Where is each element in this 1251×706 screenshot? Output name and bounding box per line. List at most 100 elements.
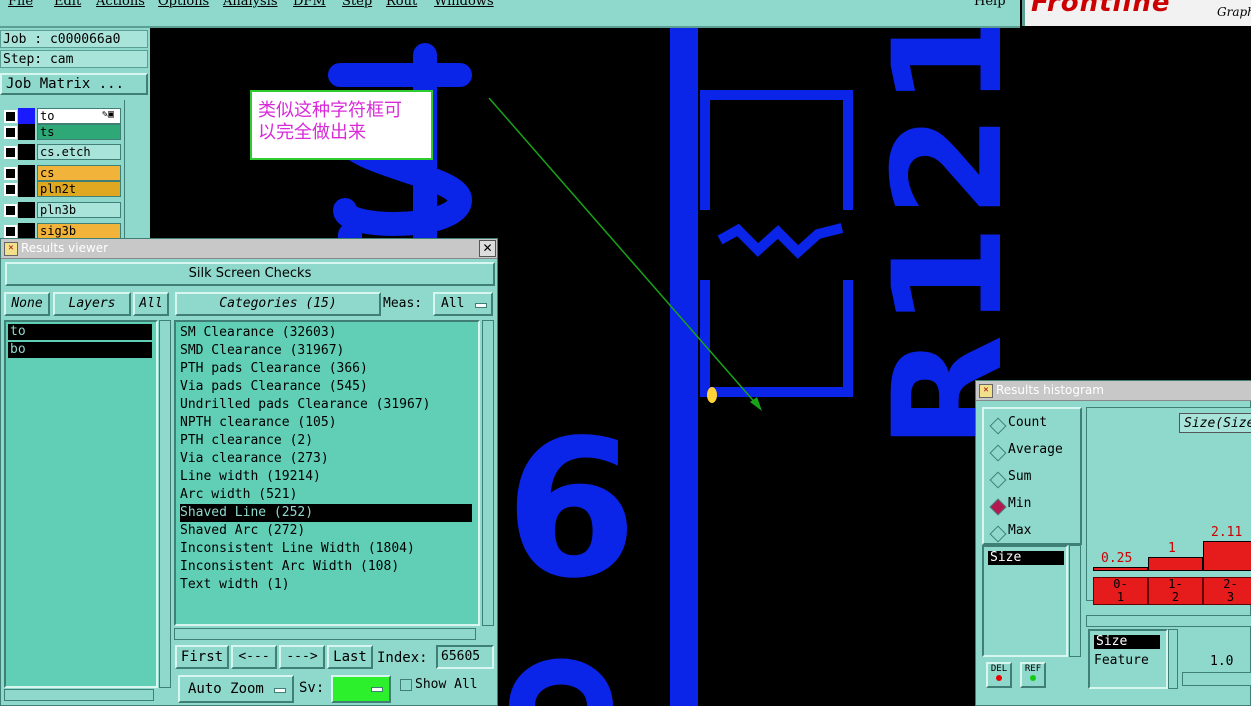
layer-checkbox[interactable]: [4, 126, 17, 139]
layer-pln3b[interactable]: pln3b: [2, 202, 122, 218]
frontline-logo: Frontline Graph: [1022, 0, 1251, 26]
attribute-list[interactable]: Size: [982, 545, 1068, 657]
meas-label: Meas:: [383, 296, 423, 311]
radio-min[interactable]: [989, 498, 1007, 516]
menu-options[interactable]: Options: [158, 0, 209, 9]
list-item[interactable]: SM Clearance (32603): [180, 324, 337, 342]
list-item[interactable]: Inconsistent Arc Width (108): [180, 558, 399, 576]
menu-analysis[interactable]: Analysis: [223, 0, 278, 9]
list-item[interactable]: Feature: [1094, 653, 1149, 668]
results-viewer-titlebar[interactable]: ✕ Results viewer ✕: [1, 239, 497, 259]
list-item[interactable]: Via clearance (273): [180, 450, 329, 468]
list-item[interactable]: Undrilled pads Clearance (31967): [180, 396, 430, 414]
histogram-bar[interactable]: [1093, 567, 1148, 571]
layer-list-scrollbar[interactable]: [159, 320, 171, 688]
last-button[interactable]: Last: [327, 645, 373, 669]
list-item[interactable]: Size: [1094, 635, 1160, 649]
histogram-value-label: 2.11: [1211, 525, 1243, 540]
layer-pln2t[interactable]: pln2t: [2, 181, 122, 197]
sort-list-scrollbar[interactable]: [1168, 629, 1178, 689]
results-histogram-titlebar[interactable]: ✕ Results histogram: [976, 381, 1251, 401]
category-list-hscrollbar[interactable]: [174, 628, 476, 640]
radio-sum[interactable]: [989, 471, 1007, 489]
menu-dfm[interactable]: DFM: [293, 0, 326, 9]
meas-dropdown-value: All: [441, 296, 465, 311]
histogram-bar[interactable]: [1148, 556, 1203, 571]
category-list[interactable]: SM Clearance (32603) SMD Clearance (3196…: [174, 320, 480, 626]
histogram-hscrollbar[interactable]: [1086, 615, 1251, 627]
all-button[interactable]: All: [133, 292, 169, 316]
logo-graph: Graph: [1217, 5, 1251, 19]
list-item-selected[interactable]: Shaved Line (252): [180, 504, 472, 522]
results-viewer-title: Results viewer: [21, 241, 109, 255]
green-dot-icon: [1030, 675, 1036, 681]
menu-edit[interactable]: Edit: [54, 0, 81, 9]
del-button[interactable]: DEL: [986, 662, 1012, 688]
radio-max[interactable]: [989, 525, 1007, 543]
layer-checkbox[interactable]: [4, 167, 17, 180]
pointer-icon: ✎▣: [102, 109, 115, 120]
ref-button[interactable]: REF: [1020, 662, 1046, 688]
list-item[interactable]: Text width (1): [180, 576, 290, 594]
layer-checkbox[interactable]: [4, 204, 17, 217]
auto-zoom-dropdown[interactable]: Auto Zoom: [178, 675, 294, 703]
left-panel-scrollbar[interactable]: [124, 100, 149, 240]
list-item[interactable]: Arc width (521): [180, 486, 297, 504]
layer-to[interactable]: to ✎▣: [2, 108, 122, 124]
layer-label: sig3b: [37, 223, 121, 239]
menu-rout[interactable]: Rout: [386, 0, 417, 9]
check-name-header: Silk Screen Checks: [5, 262, 495, 286]
layer-cs-etch[interactable]: cs.etch: [2, 144, 122, 160]
layer-checkbox[interactable]: [4, 110, 17, 123]
scale-slider[interactable]: [1182, 672, 1251, 686]
list-item[interactable]: PTH clearance (2): [180, 432, 313, 450]
list-item[interactable]: SMD Clearance (31967): [180, 342, 344, 360]
menu-actions[interactable]: Actions: [96, 0, 145, 9]
list-item[interactable]: Via pads Clearance (545): [180, 378, 368, 396]
histogram-bin-label: 2- 3: [1203, 577, 1251, 605]
list-item[interactable]: Line width (19214): [180, 468, 321, 486]
job-matrix-button[interactable]: Job Matrix ...: [0, 73, 148, 95]
annotation-note[interactable]: 类似这种字符框可 以完全做出来: [250, 90, 433, 160]
layer-sig3b[interactable]: sig3b: [2, 223, 122, 239]
sort-list[interactable]: Size Feature: [1088, 629, 1168, 689]
list-item[interactable]: to: [8, 324, 152, 340]
histogram-value-label: 1: [1168, 540, 1176, 556]
prev-button[interactable]: <---: [231, 645, 277, 669]
layer-checkbox[interactable]: [4, 146, 17, 159]
first-button[interactable]: First: [175, 645, 229, 669]
list-item[interactable]: PTH pads Clearance (366): [180, 360, 368, 378]
menu-file[interactable]: File: [8, 0, 33, 9]
histogram-bar[interactable]: [1203, 541, 1251, 571]
radio-min-label: Min: [1008, 496, 1032, 511]
list-item[interactable]: Size: [988, 551, 1064, 565]
layer-result-list[interactable]: to bo: [4, 320, 158, 688]
category-list-scrollbar[interactable]: [482, 320, 494, 626]
attribute-list-scrollbar[interactable]: [1069, 545, 1081, 657]
menu-windows[interactable]: Windows: [434, 0, 494, 9]
list-item[interactable]: Inconsistent Line Width (1804): [180, 540, 415, 558]
layer-checkbox[interactable]: [4, 225, 17, 238]
menu-step[interactable]: Step: [342, 0, 372, 9]
radio-count[interactable]: [989, 417, 1007, 435]
none-button[interactable]: None: [4, 292, 50, 316]
sv-color-dropdown[interactable]: [331, 675, 391, 703]
list-item[interactable]: Shaved Arc (272): [180, 522, 305, 540]
layer-ts[interactable]: ts: [2, 124, 122, 140]
layer-cs[interactable]: cs: [2, 165, 122, 181]
auto-zoom-value: Auto Zoom: [188, 681, 264, 697]
show-all-checkbox[interactable]: [400, 679, 412, 691]
close-icon[interactable]: ✕: [479, 240, 496, 257]
meas-dropdown[interactable]: All: [433, 292, 493, 316]
menu-help[interactable]: Help: [974, 0, 1006, 9]
result-marker: [707, 387, 717, 403]
list-item[interactable]: NPTH clearance (105): [180, 414, 337, 432]
next-button[interactable]: --->: [279, 645, 325, 669]
layer-checkbox[interactable]: [4, 183, 17, 196]
layer-list-hscrollbar[interactable]: [4, 689, 154, 701]
radio-average[interactable]: [989, 444, 1007, 462]
layer-list: to ✎▣ ts cs.etch cs pln2t pln3b sig3b: [0, 104, 124, 239]
dropdown-icon: [371, 687, 383, 692]
index-input[interactable]: 65605: [436, 645, 494, 669]
list-item[interactable]: bo: [8, 342, 152, 358]
